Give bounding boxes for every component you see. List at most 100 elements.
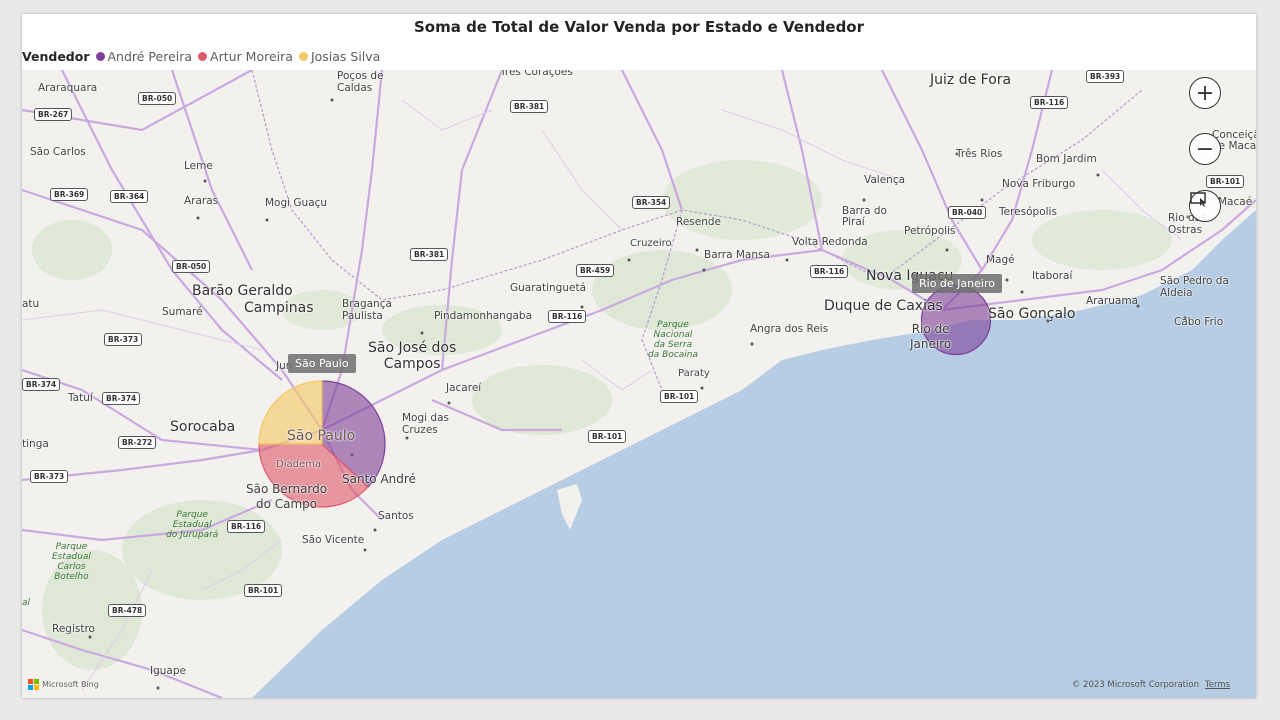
city-label: Tatuí [68,392,93,404]
highway-shield: BR-364 [110,190,149,203]
highway-shield: BR-116 [227,520,266,533]
city-label: Mogi das Cruzes [402,412,449,436]
city-label: Sorocaba [170,419,236,435]
highway-shield: BR-381 [410,248,449,261]
copyright: © 2023 Microsoft Corporation Terms [1072,680,1230,690]
city-label: Cabo Frio [1174,316,1224,328]
select-rectangle-icon [1190,192,1206,207]
bing-logo: Microsoft Bing [28,679,99,690]
city-label: São José dos Campos [368,340,457,372]
city-label: Poços de Caldas [337,70,384,94]
city-label: Nova Friburgo [1002,178,1076,190]
city-label: Barão Geraldo [192,283,293,299]
highway-shield: BR-393 [1086,70,1125,83]
legend-dot-icon [198,51,208,61]
park-label: al [22,598,31,608]
highway-shield: BR-272 [118,436,157,449]
city-label: São Gonçalo [988,306,1076,322]
city-label: São Paulo [287,428,356,444]
legend-label: Josias Silva [310,48,381,64]
legend-item-artur[interactable]: Artur Moreira [198,49,293,64]
city-label: Angra dos Reis [750,323,829,335]
legend-label: André Pereira [107,48,193,64]
terms-link[interactable]: Terms [1205,680,1230,690]
city-label: São Carlos [30,146,86,158]
ocean-area [252,210,1256,698]
map-canvas[interactable]: Araraquara São Carlos Leme Araras Mogi G… [22,70,1256,698]
city-label: Barra do Piraí [842,205,887,228]
highway-shield: BR-050 [172,260,211,273]
legend-item-andre[interactable]: André Pereira [95,48,193,64]
highway-shield: BR-101 [660,390,699,403]
city-label: Duque de Caxias [824,298,943,314]
zoom-in-button[interactable]: + [1189,77,1221,109]
city-label: Itaboraí [1032,270,1073,282]
city-label: tinga [22,438,49,450]
highway-shield: BR-459 [576,264,615,277]
city-label: Resende [676,216,721,228]
city-label: Araraquara [38,82,98,94]
city-label: Três Corações [500,70,573,78]
highway-shield: BR-381 [510,100,549,113]
minus-icon: − [1195,136,1215,162]
lasso-select-button[interactable] [1189,190,1221,222]
tooltip-rio-de-janeiro: Rio de Janeiro [912,274,1002,293]
city-label: Petrópolis [904,225,956,237]
park-label: Parque Estadual Carlos Botelho [52,542,91,582]
map-visual: Soma de Total de Valor Venda por Estado … [22,14,1256,698]
highway-shield: BR-116 [810,265,849,278]
city-label: Teresópolis [999,206,1057,218]
city-label: Valença [864,174,906,186]
city-label: Araras [184,195,219,207]
city-label: Bom Jardim [1036,153,1097,165]
city-label: Paraty [678,368,710,379]
city-label: Iguape [150,665,186,677]
microsoft-logo-icon [28,679,39,690]
highway-shield: BR-373 [104,333,143,346]
city-label: Registro [52,623,95,635]
city-label: Volta Redonda [792,236,868,248]
city-label: Juiz de Fora [930,72,1012,88]
highway-shield: BR-040 [948,206,987,219]
visual-title: Soma de Total de Valor Venda por Estado … [413,18,865,36]
plus-icon: + [1195,80,1215,106]
city-label: Três Rios [956,148,1003,160]
legend-dot-icon [95,51,105,61]
city-label: Guaratinguetá [510,282,586,294]
city-label: Magé [986,254,1015,266]
highway-shield: BR-354 [632,196,671,209]
highway-shield: BR-101 [1206,175,1245,188]
tooltip-sao-paulo: São Paulo [288,354,356,373]
legend-label: Artur Moreira [210,48,293,64]
city-label: Sumaré [162,306,203,318]
city-label: Santo André [342,472,416,486]
bing-logo-text: Microsoft Bing [42,680,99,689]
highway-shield: BR-101 [244,584,283,597]
city-label: Rio de Janeiro [910,322,952,351]
city-label: São Bernardo do Campo [246,482,328,511]
city-label: Pindamonhangaba [434,310,533,322]
highway-shield: BR-369 [50,188,89,201]
highway-shield: BR-374 [102,392,141,405]
city-label: Macaé [1218,196,1253,208]
city-label: Bragança Paulista [342,298,392,322]
city-label: atu [22,298,40,310]
city-label: Barra Mansa [704,249,770,261]
city-label: São Pedro da Aldeia [1160,275,1229,299]
city-label: São Vicente [302,534,365,546]
legend-item-josias[interactable]: Josias Silva [298,48,381,64]
city-label: Santos [378,510,414,522]
highway-shield: BR-373 [30,470,69,483]
park-label: Parque Estadual do Jurupará [166,510,219,540]
legend: Vendedor André Pereira Artur Moreira Jos… [22,48,386,64]
highway-shield: BR-374 [22,378,61,391]
highway-shield: BR-267 [34,108,73,121]
highway-shield: BR-116 [1030,96,1069,109]
city-label: Leme [184,160,213,172]
zoom-out-button[interactable]: − [1189,133,1221,165]
highway-shield: BR-050 [138,92,177,105]
legend-title: Vendedor [22,48,90,64]
city-label: Mogi Guaçu [265,197,328,209]
city-label: Cruzeiro [630,238,672,249]
highway-shield: BR-478 [108,604,147,617]
